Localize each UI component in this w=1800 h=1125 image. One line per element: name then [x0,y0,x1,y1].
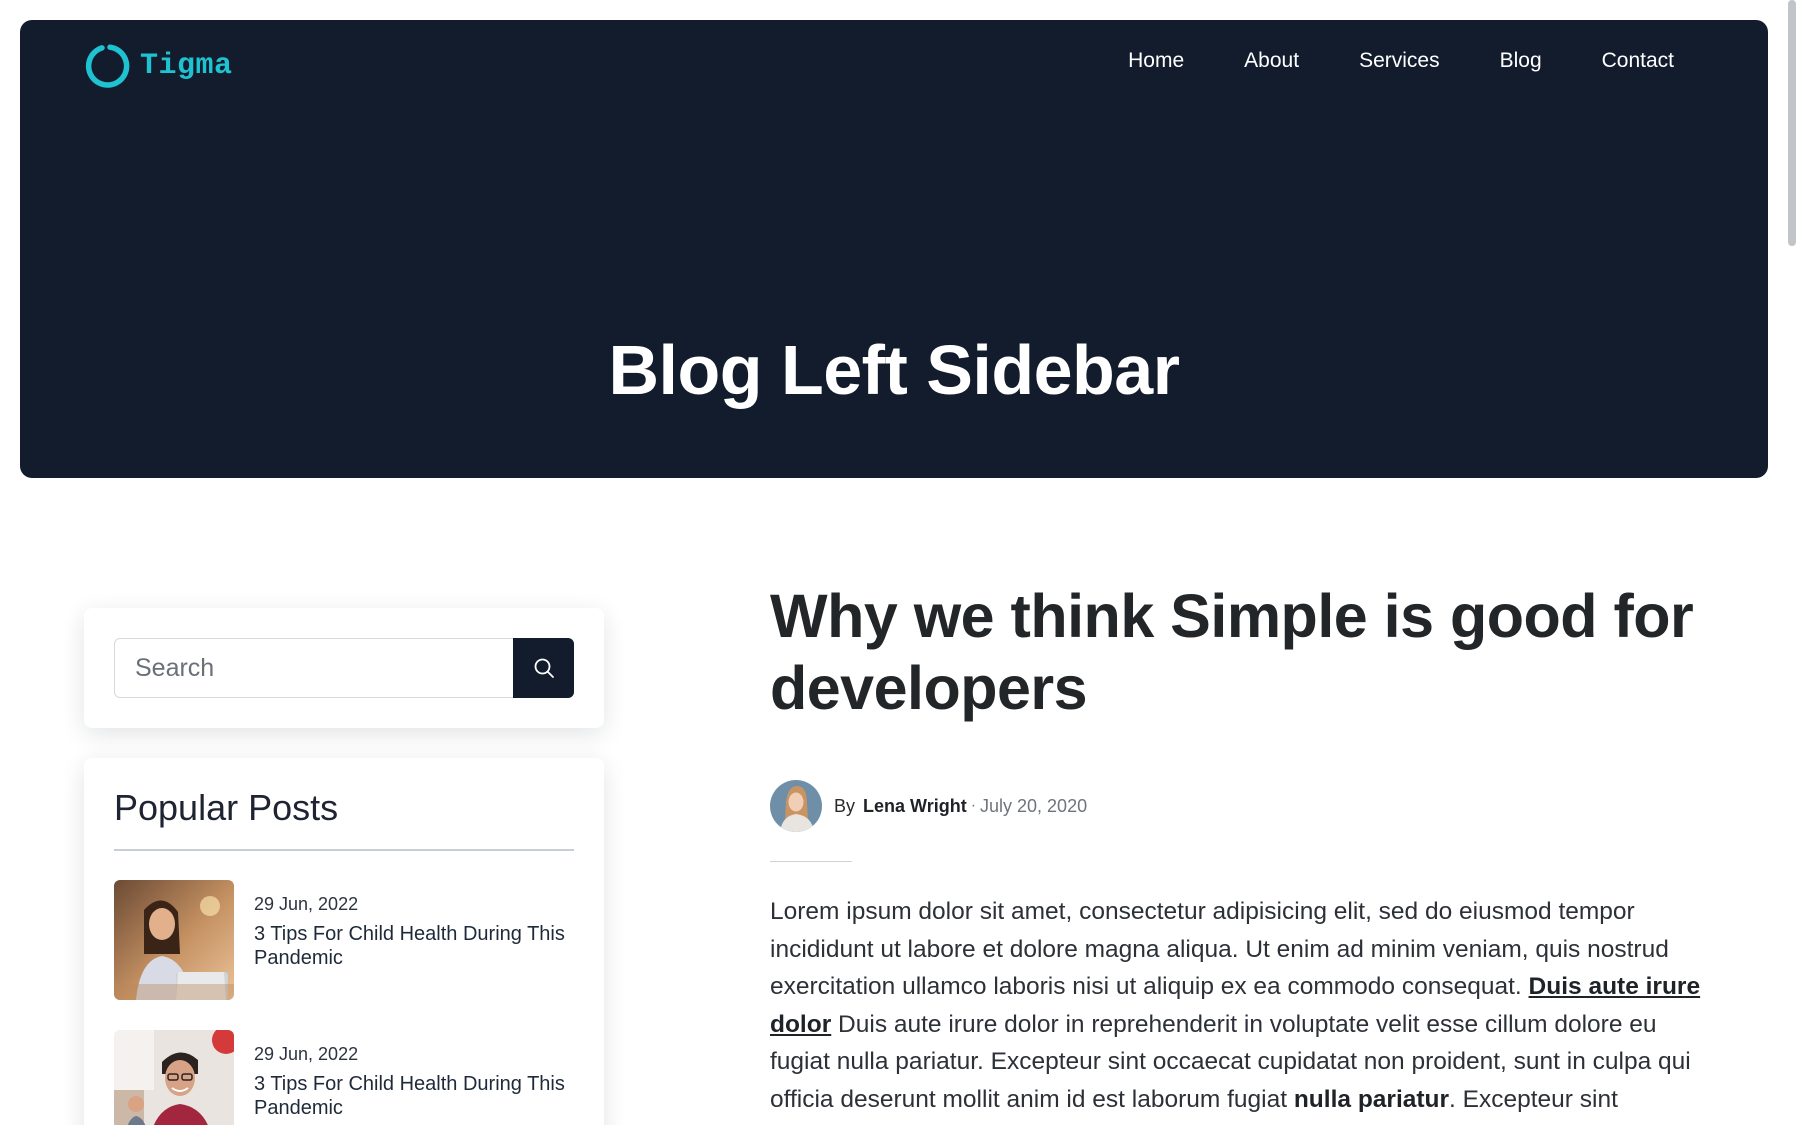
nav-blog[interactable]: Blog [1500,50,1542,71]
body-bold-text: nulla pariatur [1293,1085,1450,1113]
page-title: Blog Left Sidebar [608,330,1180,409]
article-date: July 20, 2020 [980,795,1088,816]
byline-separator: · [970,797,977,814]
brand-logo[interactable]: Tigma [84,40,233,92]
article-byline: By Lena Wright · July 20, 2020 [770,780,1087,832]
popular-posts-widget: Popular Posts 29 Jun, 2022 3 Tips For Ch… [84,758,604,1125]
main-nav: Home About Services Blog Contact [1128,50,1674,71]
search-widget [84,608,604,728]
post-date: 29 Jun, 2022 [254,894,359,914]
popular-post-item[interactable]: 29 Jun, 2022 3 Tips For Child Health Dur… [114,1030,574,1125]
article-body: Lorem ipsum dolor sit amet, consectetur … [770,893,1715,1118]
logo-ring-icon [85,44,130,88]
author-name-link[interactable]: Lena Wright [863,796,967,817]
article-title: Why we think Simple is good for develope… [770,582,1694,722]
brand-name: Tigma [140,49,233,83]
search-icon [534,658,554,678]
popular-post-item[interactable]: 29 Jun, 2022 3 Tips For Child Health Dur… [114,880,574,1000]
body-text: . Excepteur sint [1449,1085,1618,1113]
nav-services[interactable]: Services [1359,50,1440,71]
nav-home[interactable]: Home [1128,50,1184,71]
post-title-link[interactable]: 3 Tips For Child Health During This Pand… [254,1072,584,1120]
post-title-link[interactable]: 3 Tips For Child Health During This Pand… [254,922,584,970]
search-button[interactable] [513,638,574,698]
blog-page: Tigma Home About Services Blog Contact B… [0,0,1800,1125]
byline-divider [770,861,852,862]
scrollbar-thumb[interactable] [1788,0,1796,246]
post-thumbnail[interactable] [114,880,234,1000]
popular-posts-heading: Popular Posts [114,787,339,828]
popular-posts-divider [114,849,574,851]
avatar[interactable] [770,780,822,832]
search-input[interactable] [114,638,514,698]
post-date: 29 Jun, 2022 [254,1044,359,1064]
byline-by-label: By [834,795,856,816]
nav-contact[interactable]: Contact [1602,50,1674,71]
hero-header: Tigma Home About Services Blog Contact B… [20,20,1768,478]
post-thumbnail[interactable] [114,1030,234,1125]
nav-about[interactable]: About [1244,50,1299,71]
